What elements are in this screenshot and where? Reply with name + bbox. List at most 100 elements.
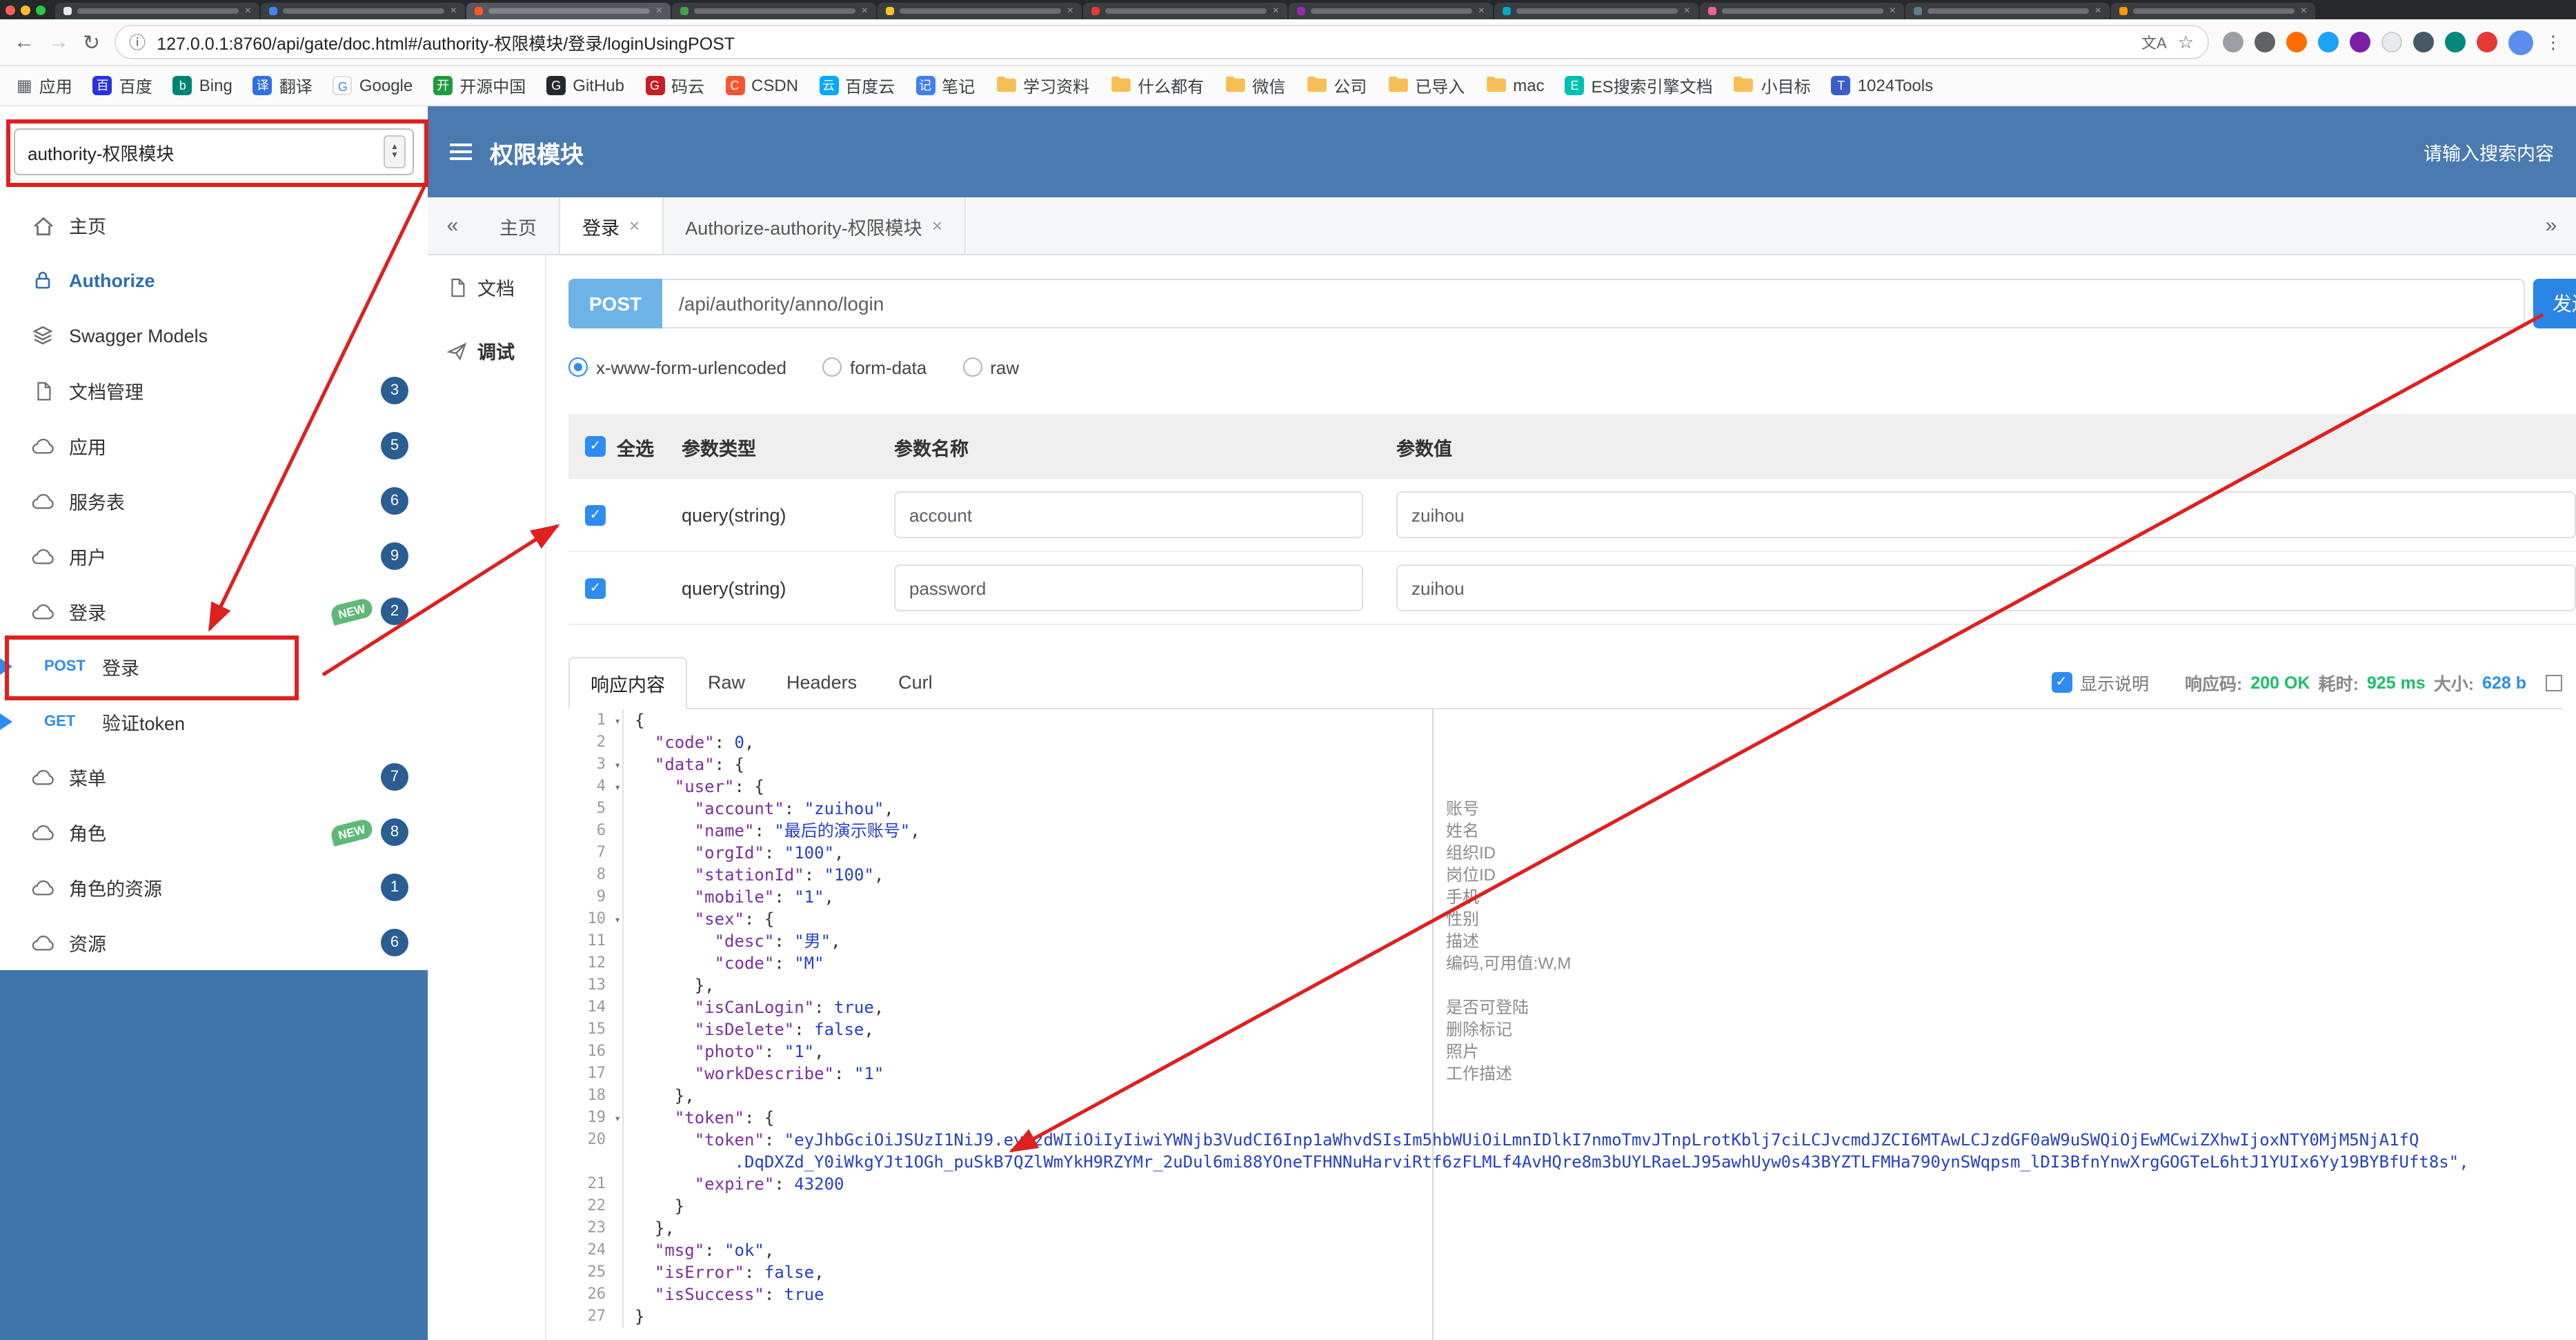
fold-icon[interactable]: ▾	[614, 755, 621, 777]
bookmark-item[interactable]: E ES搜索引擎文档	[1565, 74, 1713, 97]
close-icon[interactable]: ×	[2301, 5, 2307, 17]
bookmark-item[interactable]: 开开源中国	[433, 74, 526, 97]
bookmark-item[interactable]: ▦ 应用	[17, 74, 72, 97]
browser-tab[interactable]: ×	[1905, 3, 2110, 19]
browser-tab[interactable]: ×	[1083, 3, 1287, 19]
send-button[interactable]: 发送	[2533, 279, 2576, 328]
browser-tab[interactable]: ×	[2111, 3, 2315, 19]
tab-raw[interactable]: Raw	[687, 657, 766, 708]
close-icon[interactable]: ×	[656, 5, 662, 17]
fullscreen-icon[interactable]	[2546, 674, 2562, 691]
param-value-input[interactable]: zuihou	[1396, 564, 2576, 611]
bookmark-item[interactable]: 云百度云	[819, 74, 895, 97]
tab-authorize-module[interactable]: Authorize-authority-权限模块 ×	[663, 197, 966, 254]
sidebar-item-资源[interactable]: 资源 6	[0, 915, 428, 970]
bookmark-item[interactable]: C CSDN	[725, 76, 798, 95]
bookmark-item[interactable]: mac	[1485, 75, 1545, 96]
request-url-input[interactable]: /api/authority/anno/login	[662, 279, 2525, 328]
row-checkbox[interactable]: ✓	[585, 504, 606, 525]
bookmark-item[interactable]: 记笔记	[915, 74, 975, 97]
bookmark-item[interactable]: 什么都有	[1110, 74, 1204, 97]
sidebar-item-post-登录[interactable]: POST 登录	[0, 639, 428, 694]
sidebar-item-get-验证token[interactable]: GET 验证token	[0, 694, 428, 749]
close-icon[interactable]: ×	[1273, 5, 1279, 17]
browser-menu-icon[interactable]: ⋮	[2544, 31, 2562, 53]
tab-headers[interactable]: Headers	[766, 657, 878, 708]
bookmark-item[interactable]: G Google	[333, 76, 413, 95]
select-all-checkbox[interactable]: ✓	[585, 436, 606, 457]
response-code-viewer[interactable]: 1 ▾{2 "code": 0, 3 ▾ "data": {4 ▾ "user": {5…	[568, 709, 2576, 1340]
page-info-icon[interactable]: ⓘ	[129, 30, 146, 54]
sidebar-item-菜单[interactable]: 菜单 7	[0, 749, 428, 805]
tab-debug[interactable]: 调试	[428, 319, 545, 382]
maximize-window-icon[interactable]	[36, 5, 46, 14]
param-name-input[interactable]: account	[894, 491, 1363, 538]
tab-login[interactable]: 登录 ×	[560, 197, 664, 254]
sidebar-item-Authorize[interactable]: Authorize	[0, 253, 428, 308]
bookmark-item[interactable]: G 码云	[645, 74, 704, 97]
fold-icon[interactable]: ▾	[614, 909, 621, 932]
param-value-input[interactable]: zuihou	[1396, 491, 2576, 538]
extension-icon[interactable]	[2381, 32, 2402, 52]
fold-icon[interactable]: ▾	[614, 777, 621, 799]
back-icon[interactable]: ←	[14, 30, 34, 54]
address-bar[interactable]: ⓘ 127.0.0.1:8760/api/gate/doc.html#/auth…	[114, 25, 2209, 59]
close-icon[interactable]: ×	[1684, 5, 1690, 17]
close-icon[interactable]: ×	[1067, 5, 1073, 17]
show-description-checkbox[interactable]: ✓	[2051, 672, 2072, 693]
close-icon[interactable]: ×	[1890, 5, 1896, 17]
extension-icon[interactable]	[2223, 32, 2243, 52]
sidebar-item-用户[interactable]: 用户 9	[0, 529, 428, 584]
bookmark-item[interactable]: T 1024Tools	[1831, 76, 1933, 95]
bookmark-item[interactable]: 小目标	[1734, 74, 1811, 97]
tab-document[interactable]: 文档	[428, 255, 545, 319]
extension-icon[interactable]	[2477, 32, 2497, 52]
close-icon[interactable]: ×	[1478, 5, 1485, 17]
bookmark-item[interactable]: 学习资料	[995, 74, 1089, 97]
tab-response-content[interactable]: 响应内容	[568, 657, 687, 709]
sidebar-item-主页[interactable]: 主页	[0, 197, 428, 253]
extension-icon[interactable]	[2445, 32, 2466, 52]
sidebar-item-角色的资源[interactable]: 角色的资源 1	[0, 860, 428, 915]
window-controls[interactable]	[6, 0, 46, 19]
sidebar-item-文档管理[interactable]: 文档管理 3	[0, 363, 428, 418]
sidebar-item-登录[interactable]: 登录 NEW 2	[0, 584, 428, 639]
browser-tab[interactable]: ×	[672, 3, 876, 19]
param-name-input[interactable]: password	[894, 564, 1363, 611]
close-icon[interactable]: ×	[2095, 5, 2101, 17]
profile-avatar[interactable]	[2508, 30, 2533, 55]
module-select[interactable]: authority-权限模块 ▲ ▼	[14, 128, 414, 175]
close-icon[interactable]: ×	[450, 5, 457, 17]
extension-icon[interactable]	[2318, 32, 2339, 52]
extension-icon[interactable]	[2413, 32, 2434, 52]
tab-home[interactable]: 主页	[477, 197, 560, 254]
expand-tabs-icon[interactable]: »	[2526, 197, 2576, 254]
bookmark-item[interactable]: 公司	[1306, 74, 1367, 97]
close-icon[interactable]: ×	[862, 5, 868, 17]
close-icon[interactable]: ×	[932, 215, 942, 236]
browser-tab[interactable]: ×	[261, 3, 465, 19]
row-checkbox[interactable]: ✓	[585, 578, 606, 598]
browser-tab[interactable]: ×	[1289, 3, 1493, 19]
sidebar-item-应用[interactable]: 应用 5	[0, 418, 428, 473]
forward-icon[interactable]: →	[48, 30, 69, 54]
extension-icon[interactable]	[2350, 32, 2370, 52]
browser-tab[interactable]: ×	[55, 3, 259, 19]
close-icon[interactable]: ×	[629, 215, 640, 236]
fold-icon[interactable]: ▾	[614, 1108, 621, 1130]
hamburger-icon[interactable]	[450, 144, 472, 160]
sidebar-item-服务表[interactable]: 服务表 6	[0, 473, 428, 529]
sidebar-item-角色[interactable]: 角色 NEW 8	[0, 805, 428, 860]
browser-tab[interactable]: ×	[878, 3, 1082, 19]
bookmark-item[interactable]: 微信	[1225, 74, 1285, 97]
radio-x-www-form-urlencoded[interactable]: x-www-form-urlencoded	[568, 357, 786, 377]
collapse-sidebar-icon[interactable]: «	[428, 197, 477, 254]
close-icon[interactable]: ×	[245, 5, 251, 17]
bookmark-item[interactable]: b Bing	[172, 76, 232, 95]
translate-icon[interactable]: 文A	[2141, 31, 2167, 53]
radio-raw[interactable]: raw	[962, 357, 1019, 377]
browser-tab[interactable]: ×	[1494, 3, 1698, 19]
close-window-icon[interactable]	[6, 5, 15, 14]
extension-icon[interactable]	[2255, 32, 2275, 52]
tab-curl[interactable]: Curl	[878, 657, 953, 708]
